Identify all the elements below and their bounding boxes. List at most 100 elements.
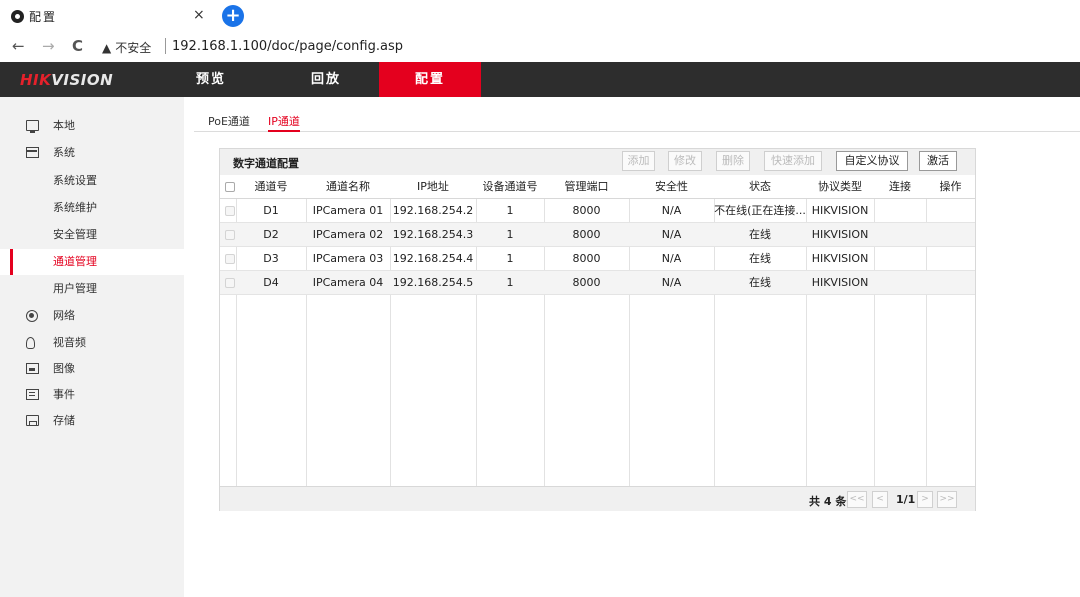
sidebar-item-user-management[interactable]: 用户管理 <box>0 276 184 302</box>
activate-button[interactable]: 激活 <box>919 151 957 171</box>
sidebar-item-storage[interactable]: 存储 <box>0 408 184 434</box>
protocol-cell: HIKVISION <box>811 228 869 241</box>
custom-protocol-button[interactable]: 自定义协议 <box>836 151 908 171</box>
prev-page-button[interactable]: < <box>872 491 888 508</box>
favicon-icon <box>11 10 24 23</box>
column-header[interactable]: 协议类型 <box>806 175 874 199</box>
column-header[interactable]: 连接 <box>874 175 926 199</box>
hikvision-logo: HIKVISION <box>20 71 114 89</box>
forward-icon[interactable]: → <box>42 37 55 55</box>
nav-playback[interactable]: 回放 <box>311 62 341 97</box>
connect-cell[interactable] <box>874 199 926 223</box>
image-icon <box>26 363 39 374</box>
back-icon[interactable]: ← <box>12 37 25 55</box>
modify-button[interactable]: 修改 <box>668 151 702 171</box>
column-header[interactable]: 管理端口 <box>544 175 629 199</box>
table-row[interactable]: D3 IPCamera 03 192.168.254.4 1 8000 N/A … <box>220 247 975 271</box>
tab-ip-channel[interactable]: IP通道 <box>268 113 300 132</box>
security-cell: N/A <box>661 276 682 289</box>
address-separator <box>165 38 166 54</box>
nav-preview[interactable]: 预览 <box>196 62 226 97</box>
address-bar: ← → C ▲ 不安全 192.168.1.100/doc/page/config… <box>0 32 1080 62</box>
window-icon <box>26 147 39 158</box>
tab-poe-channel[interactable]: PoE通道 <box>208 113 250 129</box>
url-field[interactable]: 192.168.1.100/doc/page/config.asp <box>172 39 403 54</box>
sidebar-item-image[interactable]: 图像 <box>0 356 184 382</box>
page-indicator: 1/1 <box>896 493 916 506</box>
security-cell: N/A <box>661 252 682 265</box>
sidebar-item-security-management[interactable]: 安全管理 <box>0 222 184 248</box>
status-cell: 在线 <box>749 252 771 265</box>
channel-cell: D2 <box>263 228 279 241</box>
row-checkbox[interactable] <box>225 206 235 216</box>
sidebar-item-system-maintenance[interactable]: 系统维护 <box>0 195 184 221</box>
sidebar-item-network[interactable]: 网络 <box>0 303 184 329</box>
globe-icon <box>26 310 38 322</box>
next-page-button[interactable]: > <box>917 491 933 508</box>
table-row[interactable]: D4 IPCamera 04 192.168.254.5 1 8000 N/A … <box>220 271 975 295</box>
port-cell: 8000 <box>572 204 601 217</box>
nav-configuration[interactable]: 配置 <box>379 62 481 97</box>
add-button[interactable]: 添加 <box>622 151 655 171</box>
ip-cell: 192.168.254.3 <box>392 228 474 241</box>
event-icon <box>26 389 39 400</box>
sidebar-item-local[interactable]: 本地 <box>0 113 184 139</box>
connect-cell[interactable] <box>874 247 926 271</box>
column-header[interactable]: 状态 <box>714 175 806 199</box>
table-row[interactable]: D1 IPCamera 01 192.168.254.2 1 8000 N/A … <box>220 199 975 223</box>
table-row[interactable]: D2 IPCamera 02 192.168.254.3 1 8000 N/A … <box>220 223 975 247</box>
first-page-button[interactable]: << <box>847 491 867 508</box>
security-cell: N/A <box>661 204 682 217</box>
ip-cell: 192.168.254.2 <box>392 204 474 217</box>
last-page-button[interactable]: >> <box>937 491 957 508</box>
sidebar-item-system[interactable]: 系统 <box>0 140 184 166</box>
security-warning[interactable]: ▲ 不安全 <box>102 39 151 56</box>
panel-title: 数字通道配置 <box>233 157 299 170</box>
column-header[interactable]: 通道名称 <box>306 175 390 199</box>
row-checkbox[interactable] <box>225 230 235 240</box>
status-cell: 不在线(正在连接... <box>714 204 806 217</box>
name-cell: IPCamera 01 <box>312 204 384 217</box>
select-all-checkbox[interactable] <box>225 182 235 192</box>
tab-title: 配置 <box>29 10 58 24</box>
port-cell: 8000 <box>572 252 601 265</box>
warning-text: 不安全 <box>115 41 152 55</box>
sidebar-item-system-settings[interactable]: 系统设置 <box>0 168 184 194</box>
pagination-bar: 共 4 条 << < 1/1 > >> <box>220 486 975 511</box>
channel-table: 通道号 通道名称 IP地址 设备通道号 管理端口 安全性 状态 协议类型 连接 … <box>220 175 975 486</box>
action-cell[interactable] <box>926 247 975 271</box>
name-cell: IPCamera 04 <box>312 276 384 289</box>
quick-add-button[interactable]: 快速添加 <box>764 151 822 171</box>
row-checkbox[interactable] <box>225 278 235 288</box>
channel-subtabs: PoE通道 IP通道 <box>194 108 1080 132</box>
action-cell[interactable] <box>926 223 975 247</box>
column-header[interactable]: 安全性 <box>629 175 714 199</box>
row-checkbox[interactable] <box>225 254 235 264</box>
reload-icon[interactable]: C <box>72 37 83 55</box>
channel-cell: D3 <box>263 252 279 265</box>
sidebar-item-channel-management[interactable]: 通道管理 <box>0 249 184 275</box>
column-header[interactable]: 操作 <box>926 175 975 199</box>
device-channel-cell: 1 <box>506 252 514 265</box>
sidebar-item-event[interactable]: 事件 <box>0 382 184 408</box>
sidebar-item-video-audio[interactable]: 视音频 <box>0 330 184 356</box>
connect-cell[interactable] <box>874 223 926 247</box>
action-cell[interactable] <box>926 271 975 295</box>
digital-channel-panel: 数字通道配置 添加 修改 删除 快速添加 自定义协议 激活 通道号 通道名称 I… <box>219 148 976 511</box>
action-cell[interactable] <box>926 199 975 223</box>
new-tab-button[interactable]: + <box>222 5 244 27</box>
delete-button[interactable]: 删除 <box>716 151 750 171</box>
connect-cell[interactable] <box>874 271 926 295</box>
security-cell: N/A <box>661 228 682 241</box>
column-header[interactable]: IP地址 <box>390 175 476 199</box>
app-header: HIKVISION 预览 回放 配置 <box>0 62 1080 97</box>
column-header[interactable]: 设备通道号 <box>476 175 544 199</box>
port-cell: 8000 <box>572 276 601 289</box>
column-header[interactable]: 通道号 <box>236 175 306 199</box>
ip-cell: 192.168.254.5 <box>392 276 474 289</box>
total-count: 共 4 条 <box>809 495 847 508</box>
status-cell: 在线 <box>749 228 771 241</box>
protocol-cell: HIKVISION <box>811 204 869 217</box>
close-tab-icon[interactable]: × <box>193 7 205 23</box>
browser-tab[interactable]: 配置 × <box>0 0 215 32</box>
